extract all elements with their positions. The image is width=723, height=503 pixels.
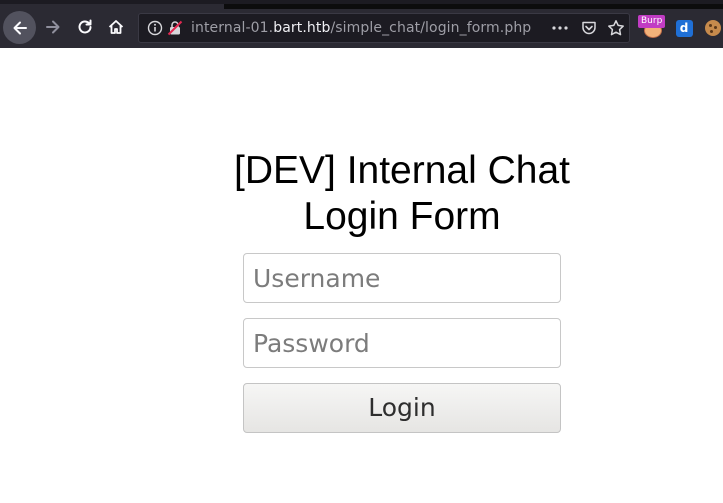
star-icon[interactable] bbox=[607, 19, 625, 41]
burp-badge: Burp bbox=[638, 15, 666, 28]
insecure-lock-icon[interactable] bbox=[167, 20, 183, 40]
burp-extension-button[interactable]: Burp bbox=[637, 14, 669, 42]
back-button[interactable] bbox=[3, 11, 36, 44]
info-icon[interactable] bbox=[147, 20, 163, 40]
more-icon[interactable] bbox=[551, 20, 569, 40]
page-title-line-2: Login Form bbox=[303, 195, 501, 238]
forward-button[interactable] bbox=[38, 12, 68, 42]
reload-button[interactable] bbox=[70, 12, 100, 42]
url-subdomain: internal-01. bbox=[191, 20, 274, 36]
pocket-icon[interactable] bbox=[581, 20, 597, 40]
url-text[interactable]: internal-01.bart.htb/simple_chat/login_f… bbox=[191, 20, 531, 37]
url-path: /simple_chat/login_form.php bbox=[330, 20, 532, 36]
d-extension-icon: d bbox=[675, 19, 693, 37]
username-input[interactable] bbox=[243, 253, 561, 303]
browser-toolbar: internal-01.bart.htb/simple_chat/login_f… bbox=[0, 0, 723, 48]
url-bar[interactable]: internal-01.bart.htb/simple_chat/login_f… bbox=[138, 13, 630, 43]
home-icon bbox=[108, 20, 124, 34]
page-title-line-1: [DEV] Internal Chat bbox=[234, 149, 570, 192]
password-input[interactable] bbox=[243, 318, 561, 368]
tab-strip bbox=[224, 4, 723, 9]
home-button[interactable] bbox=[101, 12, 131, 42]
page-title: [DEV] Internal Chat Login Form bbox=[202, 148, 602, 240]
cookie-extension-button[interactable] bbox=[702, 14, 723, 42]
url-domain: bart.htb bbox=[273, 20, 331, 36]
login-button[interactable]: Login bbox=[243, 383, 561, 433]
forward-arrow-icon bbox=[46, 20, 60, 34]
back-arrow-icon bbox=[13, 21, 27, 34]
reload-icon bbox=[78, 19, 92, 34]
d-extension-button[interactable]: d bbox=[673, 14, 695, 42]
cookie-icon bbox=[704, 20, 721, 36]
